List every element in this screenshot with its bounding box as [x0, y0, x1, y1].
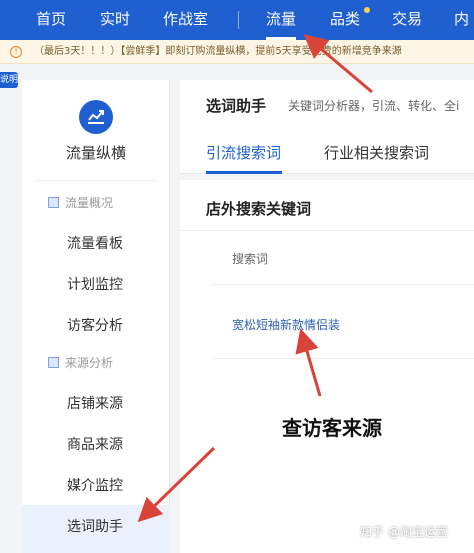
sidebar-item-plan-monitor[interactable]: 计划监控 [67, 274, 123, 294]
tab-traffic-keywords[interactable]: 引流搜索词 [206, 142, 281, 163]
sidebar-item-product-source[interactable]: 商品来源 [67, 434, 123, 454]
chart-icon [79, 100, 113, 134]
sidebar-group-label: 来源分析 [65, 356, 114, 370]
section-title: 店外搜索关键词 [206, 200, 312, 218]
notice-bar: ! （最后3天！！！）【尝鲜季】即刻订购流量纵横，提前5天享受免费的新增竞争来源 [0, 40, 474, 64]
nav-item-trade[interactable]: 交易 [392, 0, 422, 40]
annotation-label: 查访客来源 [282, 416, 382, 440]
watermark-text: 知乎 @淘宝运营 [360, 525, 448, 539]
sidebar-item-traffic-board[interactable]: 流量看板 [67, 233, 123, 253]
section-divider [180, 230, 474, 231]
document-icon [48, 357, 59, 368]
nav-divider [238, 11, 239, 29]
sidebar-group-label: 流量概况 [65, 196, 114, 210]
nav-item-content[interactable]: 内 [454, 0, 469, 40]
table-row-keyword-link[interactable]: 宽松短袖新款情侣装 [232, 316, 340, 333]
sidebar-item-media-monitor[interactable]: 媒介监控 [67, 475, 123, 495]
nav-item-category[interactable]: 品类 [330, 0, 360, 40]
sidebar-item-keyword-helper[interactable]: 选词助手 [67, 516, 123, 536]
info-icon: ! [10, 46, 22, 58]
nav-item-home[interactable]: 首页 [36, 0, 66, 40]
product-title: 流量纵横 [65, 144, 126, 162]
row-divider [210, 358, 474, 359]
row-divider [210, 284, 474, 285]
document-icon [48, 197, 59, 208]
sidebar-group-overview: 流量概况 [48, 194, 113, 211]
nav-item-traffic[interactable]: 流量 [266, 0, 297, 40]
sidebar-group-source: 来源分析 [48, 354, 113, 371]
sidebar-item-visitor-analysis[interactable]: 访客分析 [67, 315, 123, 335]
active-tab-underline [206, 171, 282, 174]
sidebar: 流量纵横 流量概况 流量看板 计划监控 访客分析 来源分析 店铺来源 商品来源 … [22, 80, 170, 553]
new-badge-dot [364, 7, 370, 13]
tab-industry-keywords[interactable]: 行业相关搜索词 [324, 142, 429, 163]
column-header-keyword: 搜索词 [232, 252, 269, 266]
nav-item-war-room[interactable]: 作战室 [163, 0, 208, 40]
page-subtitle: 关键词分析器，引流、转化、全i [288, 99, 460, 113]
sidebar-item-store-source[interactable]: 店铺来源 [67, 393, 123, 413]
notice-text[interactable]: （最后3天！！！）【尝鲜季】即刻订购流量纵横，提前5天享受免费的新增竞争来源 [34, 40, 402, 63]
sidebar-divider [34, 180, 158, 181]
keyword-card: 店外搜索关键词 搜索词 宽松短袖新款情侣装 [180, 180, 474, 553]
main-header: 选词助手 关键词分析器，引流、转化、全i 引流搜索词 行业相关搜索词 [180, 80, 474, 174]
side-help-tab[interactable]: 说明 [0, 72, 18, 88]
page-title: 选词助手 [206, 97, 267, 115]
top-navigation: 首页 实时 作战室 流量 品类 交易 内 [0, 0, 474, 40]
nav-item-realtime[interactable]: 实时 [100, 0, 130, 40]
